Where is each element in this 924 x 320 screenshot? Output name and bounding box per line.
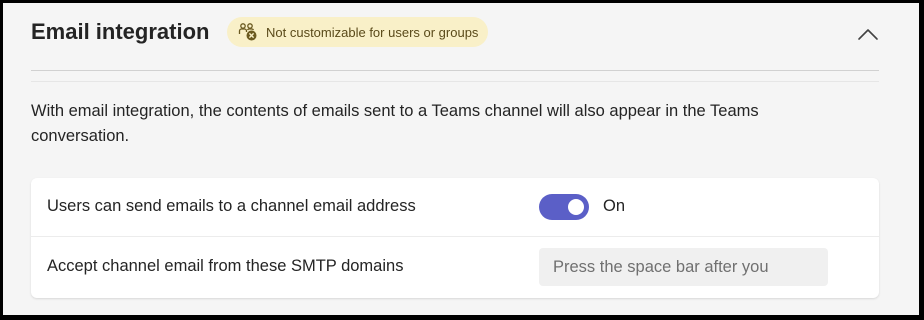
content-divider (31, 81, 879, 82)
settings-card: Users can send emails to a channel email… (31, 178, 879, 298)
header-divider (31, 70, 879, 71)
section-header: Email integration Not customizable for u… (3, 3, 919, 71)
smtp-domains-input[interactable] (539, 248, 828, 286)
toggle-state-label: On (603, 197, 626, 215)
smtp-domains-setting-row: Accept channel email from these SMTP dom… (31, 238, 879, 296)
not-customizable-badge: Not customizable for users or groups (227, 17, 489, 47)
send-emails-toggle[interactable] (539, 194, 589, 220)
toggle-knob (568, 199, 584, 215)
row-divider (31, 236, 879, 237)
section-title: Email integration (31, 19, 210, 44)
email-integration-panel: Email integration Not customizable for u… (2, 2, 920, 316)
users-blocked-icon (238, 23, 257, 41)
send-emails-setting-row: Users can send emails to a channel email… (31, 178, 879, 236)
badge-label: Not customizable for users or groups (266, 24, 479, 40)
chevron-up-icon[interactable] (855, 23, 881, 45)
send-emails-label: Users can send emails to a channel email… (47, 197, 416, 215)
smtp-domains-label: Accept channel email from these SMTP dom… (47, 257, 404, 275)
section-description: With email integration, the contents of … (31, 102, 759, 145)
